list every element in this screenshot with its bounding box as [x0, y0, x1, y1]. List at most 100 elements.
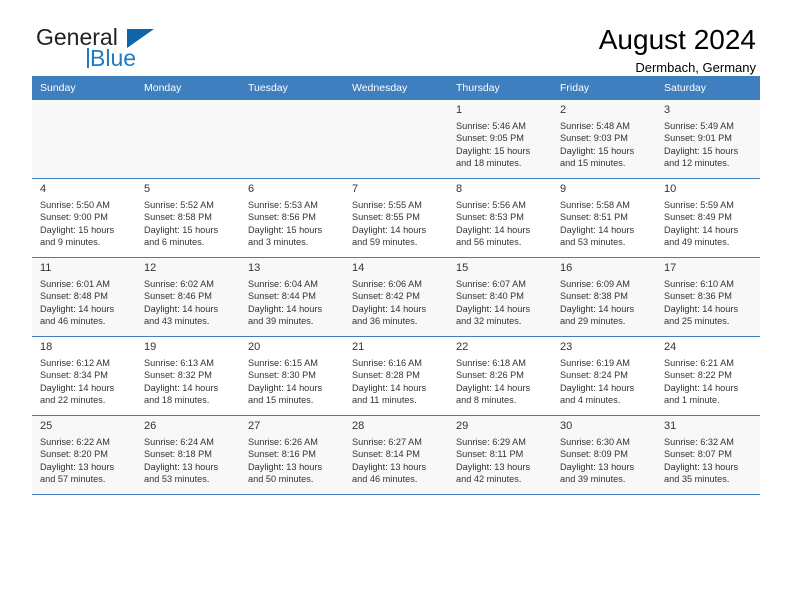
day-daylight-line2-text: and 22 minutes.: [40, 394, 106, 405]
calendar-day-cell[interactable]: 25 Sunrise: 6:22 AM Sunset: 8:20 PM Dayligh…: [32, 415, 136, 495]
calendar-day-cell[interactable]: 9 Sunrise: 5:58 AM Sunset: 8:51 PM Daylight…: [552, 178, 656, 258]
day-daylight-line2-text: and 29 minutes.: [560, 315, 626, 326]
day-daylight-line2-text: and 12 minutes.: [664, 157, 730, 168]
calendar-day-cell[interactable]: 3 Sunrise: 5:49 AM Sunset: 9:01 PM Daylight…: [656, 100, 760, 179]
day-daylight-line1-text: Daylight: 14 hours: [40, 382, 115, 393]
day-daylight-line1-text: Daylight: 14 hours: [456, 224, 531, 235]
calendar-day-cell[interactable]: 7 Sunrise: 5:55 AM Sunset: 8:55 PM Daylight…: [344, 178, 448, 258]
day-daylight-line1-text: Daylight: 14 hours: [664, 382, 739, 393]
day-daylight-line1-text: Daylight: 14 hours: [352, 382, 427, 393]
calendar-day-cell[interactable]: 22 Sunrise: 6:18 AM Sunset: 8:26 PM Dayligh…: [448, 336, 552, 416]
day-cell-content: [344, 100, 448, 178]
calendar-day-cell[interactable]: 28 Sunrise: 6:27 AM Sunset: 8:14 PM Dayligh…: [344, 415, 448, 495]
day-number: 13: [248, 262, 261, 274]
calendar-day-cell[interactable]: 1 Sunrise: 5:46 AM Sunset: 9:05 PM Daylight…: [448, 100, 552, 179]
day-sunrise-text: Sunrise: 6:21 AM: [664, 358, 734, 368]
day-cell-content: 25 Sunrise: 6:22 AM Sunset: 8:20 PM Dayligh…: [32, 416, 136, 494]
day-daylight-line1-text: Daylight: 13 hours: [560, 461, 635, 472]
day-daylight-line2-text: and 57 minutes.: [40, 473, 106, 484]
day-sun-info: Sunrise: 6:30 AM Sunset: 8:09 PM Daylight:…: [560, 436, 649, 485]
day-sunrise-text: Sunrise: 6:16 AM: [352, 358, 422, 368]
day-sunrise-text: Sunrise: 6:07 AM: [456, 279, 526, 289]
day-number: 24: [664, 341, 677, 353]
day-cell-content: 29 Sunrise: 6:29 AM Sunset: 8:11 PM Dayligh…: [448, 416, 552, 494]
calendar-day-cell[interactable]: 13 Sunrise: 6:04 AM Sunset: 8:44 PM Dayligh…: [240, 257, 344, 337]
calendar-day-cell[interactable]: 26 Sunrise: 6:24 AM Sunset: 8:18 PM Dayligh…: [136, 415, 240, 495]
calendar-day-cell[interactable]: 12 Sunrise: 6:02 AM Sunset: 8:46 PM Dayligh…: [136, 257, 240, 337]
day-sunrise-text: Sunrise: 6:15 AM: [248, 358, 318, 368]
calendar-day-cell[interactable]: 5 Sunrise: 5:52 AM Sunset: 8:58 PM Daylight…: [136, 178, 240, 258]
day-cell-content: 22 Sunrise: 6:18 AM Sunset: 8:26 PM Dayligh…: [448, 337, 552, 415]
day-sunset-text: Sunset: 8:55 PM: [352, 212, 420, 223]
calendar-day-cell[interactable]: 10 Sunrise: 5:59 AM Sunset: 8:49 PM Dayligh…: [656, 178, 760, 258]
day-cell-content: 20 Sunrise: 6:15 AM Sunset: 8:30 PM Dayligh…: [240, 337, 344, 415]
day-daylight-line1-text: Daylight: 14 hours: [248, 303, 323, 314]
day-daylight-line2-text: and 11 minutes.: [352, 394, 417, 405]
day-cell-content: 6 Sunrise: 5:53 AM Sunset: 8:56 PM Daylight…: [240, 179, 344, 257]
day-cell-content: 12 Sunrise: 6:02 AM Sunset: 8:46 PM Dayligh…: [136, 258, 240, 336]
day-daylight-line1-text: Daylight: 14 hours: [560, 382, 635, 393]
weekday-header-saturday: Saturday: [656, 76, 760, 100]
day-sun-info: Sunrise: 6:32 AM Sunset: 8:07 PM Daylight:…: [664, 436, 753, 485]
day-cell-content: 8 Sunrise: 5:56 AM Sunset: 8:53 PM Daylight…: [448, 179, 552, 257]
calendar-day-cell[interactable]: 29 Sunrise: 6:29 AM Sunset: 8:11 PM Dayligh…: [448, 415, 552, 495]
day-cell-content: 27 Sunrise: 6:26 AM Sunset: 8:16 PM Dayligh…: [240, 416, 344, 494]
calendar-day-cell[interactable]: 4 Sunrise: 5:50 AM Sunset: 9:00 PM Daylight…: [32, 178, 136, 258]
calendar-day-cell[interactable]: 2 Sunrise: 5:48 AM Sunset: 9:03 PM Daylight…: [552, 100, 656, 179]
day-sunrise-text: Sunrise: 6:10 AM: [664, 279, 734, 289]
calendar-day-cell[interactable]: 31 Sunrise: 6:32 AM Sunset: 8:07 PM Dayligh…: [656, 415, 760, 495]
calendar-day-cell[interactable]: 21 Sunrise: 6:16 AM Sunset: 8:28 PM Dayligh…: [344, 336, 448, 416]
day-sunrise-text: Sunrise: 6:01 AM: [40, 279, 110, 289]
calendar-day-cell[interactable]: 18 Sunrise: 6:12 AM Sunset: 8:34 PM Dayligh…: [32, 336, 136, 416]
calendar-day-cell[interactable]: 24 Sunrise: 6:21 AM Sunset: 8:22 PM Dayligh…: [656, 336, 760, 416]
calendar-day-cell[interactable]: 17 Sunrise: 6:10 AM Sunset: 8:36 PM Dayligh…: [656, 257, 760, 337]
calendar-day-cell[interactable]: 11 Sunrise: 6:01 AM Sunset: 8:48 PM Dayligh…: [32, 257, 136, 337]
calendar-day-cell[interactable]: 19 Sunrise: 6:13 AM Sunset: 8:32 PM Dayligh…: [136, 336, 240, 416]
calendar-day-cell[interactable]: 16 Sunrise: 6:09 AM Sunset: 8:38 PM Dayligh…: [552, 257, 656, 337]
day-sun-info: Sunrise: 5:50 AM Sunset: 9:00 PM Daylight:…: [40, 199, 129, 248]
day-sunset-text: Sunset: 8:46 PM: [144, 291, 212, 302]
day-daylight-line1-text: Daylight: 15 hours: [40, 224, 115, 235]
calendar-day-cell[interactable]: 6 Sunrise: 5:53 AM Sunset: 8:56 PM Daylight…: [240, 178, 344, 258]
calendar-day-cell[interactable]: 8 Sunrise: 5:56 AM Sunset: 8:53 PM Daylight…: [448, 178, 552, 258]
day-sunrise-text: Sunrise: 6:32 AM: [664, 437, 734, 447]
day-daylight-line1-text: Daylight: 14 hours: [352, 303, 427, 314]
day-daylight-line2-text: and 6 minutes.: [144, 236, 205, 247]
calendar-day-cell[interactable]: 20 Sunrise: 6:15 AM Sunset: 8:30 PM Dayligh…: [240, 336, 344, 416]
day-sunset-text: Sunset: 8:30 PM: [248, 370, 316, 381]
day-sunrise-text: Sunrise: 5:55 AM: [352, 200, 422, 210]
day-sun-info: Sunrise: 6:02 AM Sunset: 8:46 PM Daylight:…: [144, 278, 233, 327]
calendar-day-cell[interactable]: 30 Sunrise: 6:30 AM Sunset: 8:09 PM Dayligh…: [552, 415, 656, 495]
day-cell-content: 9 Sunrise: 5:58 AM Sunset: 8:51 PM Daylight…: [552, 179, 656, 257]
calendar-day-cell[interactable]: 27 Sunrise: 6:26 AM Sunset: 8:16 PM Dayligh…: [240, 415, 344, 495]
weekday-header-wednesday: Wednesday: [344, 76, 448, 100]
day-daylight-line2-text: and 53 minutes.: [144, 473, 210, 484]
day-sunset-text: Sunset: 8:18 PM: [144, 449, 212, 460]
calendar-day-cell[interactable]: 15 Sunrise: 6:07 AM Sunset: 8:40 PM Dayligh…: [448, 257, 552, 337]
calendar-day-cell[interactable]: 14 Sunrise: 6:06 AM Sunset: 8:42 PM Dayligh…: [344, 257, 448, 337]
day-cell-content: 10 Sunrise: 5:59 AM Sunset: 8:49 PM Dayligh…: [656, 179, 760, 257]
calendar-header-row: Sunday Monday Tuesday Wednesday Thursday…: [32, 76, 760, 100]
day-sunrise-text: Sunrise: 6:12 AM: [40, 358, 110, 368]
day-number: 22: [456, 341, 469, 353]
calendar-day-cell[interactable]: 23 Sunrise: 6:19 AM Sunset: 8:24 PM Dayligh…: [552, 336, 656, 416]
general-blue-logo[interactable]: General Blue: [32, 24, 172, 72]
day-daylight-line1-text: Daylight: 14 hours: [664, 224, 739, 235]
day-sunrise-text: Sunrise: 6:24 AM: [144, 437, 214, 447]
day-cell-content: 3 Sunrise: 5:49 AM Sunset: 9:01 PM Daylight…: [656, 100, 760, 178]
day-daylight-line1-text: Daylight: 13 hours: [144, 461, 219, 472]
calendar-week-row: 18 Sunrise: 6:12 AM Sunset: 8:34 PM Dayligh…: [32, 336, 760, 416]
day-cell-content: 21 Sunrise: 6:16 AM Sunset: 8:28 PM Dayligh…: [344, 337, 448, 415]
day-cell-content: 11 Sunrise: 6:01 AM Sunset: 8:48 PM Dayligh…: [32, 258, 136, 336]
day-daylight-line1-text: Daylight: 14 hours: [144, 382, 219, 393]
day-number: 6: [248, 183, 255, 195]
day-daylight-line2-text: and 9 minutes.: [40, 236, 101, 247]
day-cell-content: 14 Sunrise: 6:06 AM Sunset: 8:42 PM Dayligh…: [344, 258, 448, 336]
day-sun-info: Sunrise: 6:13 AM Sunset: 8:32 PM Daylight:…: [144, 357, 233, 406]
day-number: 28: [352, 420, 365, 432]
day-cell-content: 1 Sunrise: 5:46 AM Sunset: 9:05 PM Daylight…: [448, 100, 552, 178]
day-sun-info: Sunrise: 5:58 AM Sunset: 8:51 PM Daylight:…: [560, 199, 649, 248]
day-daylight-line2-text: and 43 minutes.: [144, 315, 210, 326]
day-sunrise-text: Sunrise: 5:56 AM: [456, 200, 526, 210]
month-calendar-table: Sunday Monday Tuesday Wednesday Thursday…: [32, 76, 760, 495]
